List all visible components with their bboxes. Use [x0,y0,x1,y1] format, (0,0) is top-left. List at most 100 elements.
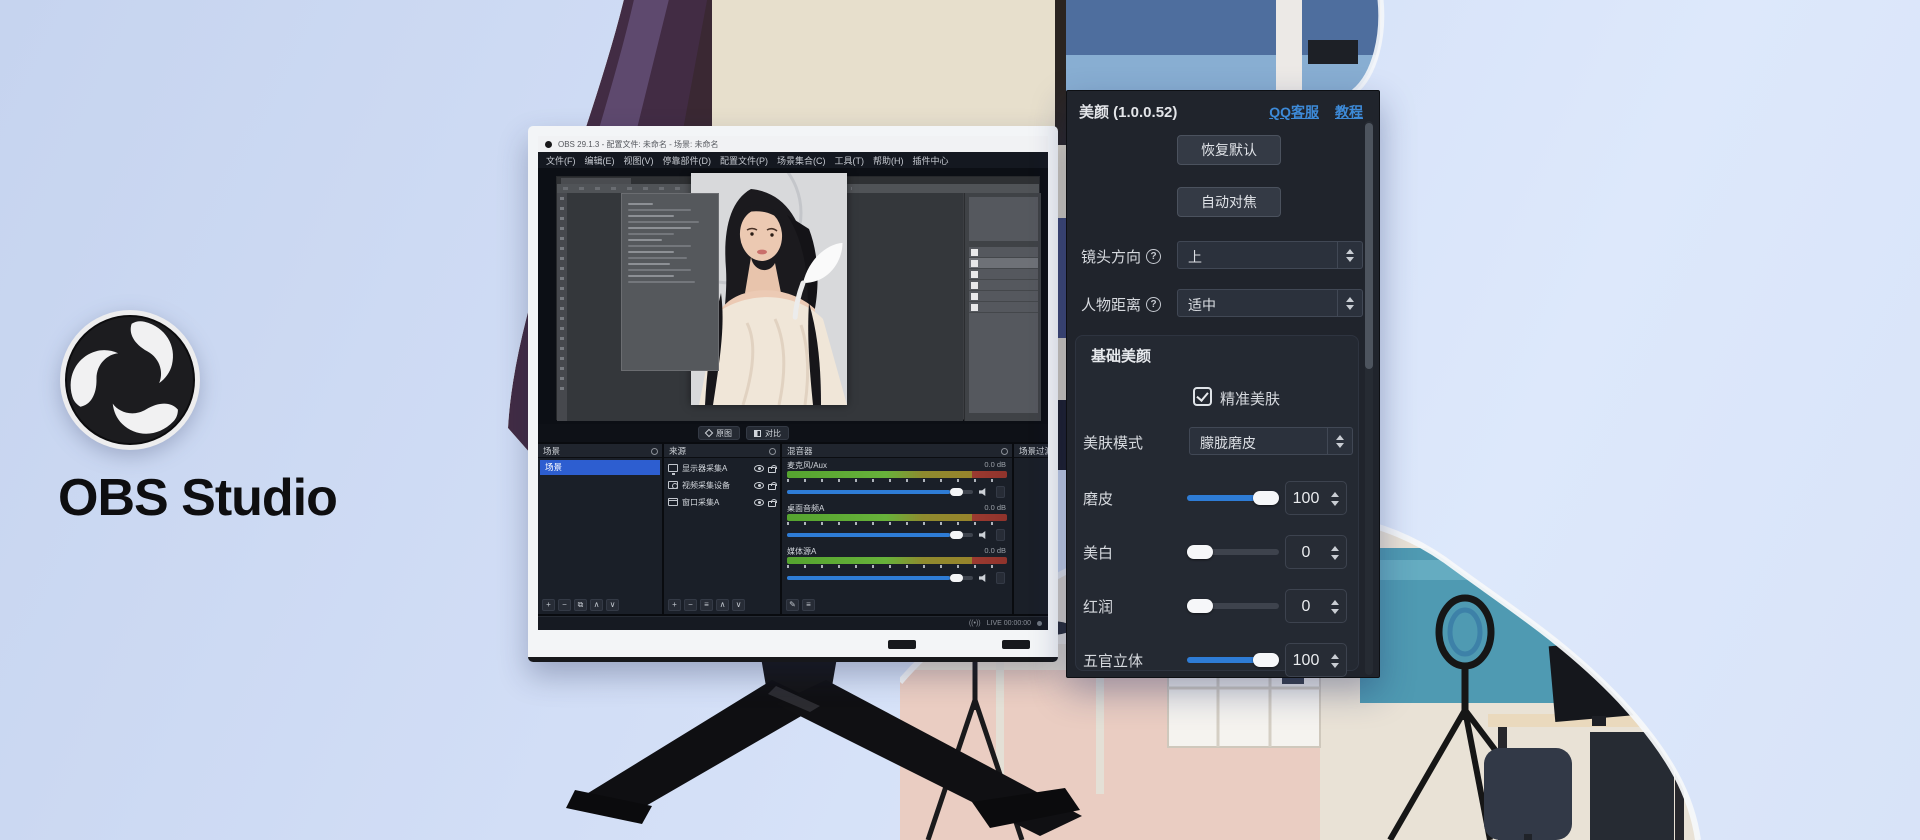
chevron-updown-icon[interactable] [1337,242,1362,268]
whitening-handle[interactable] [1187,545,1213,559]
volume-slider[interactable] [787,486,1007,496]
precise-skin-checkbox[interactable] [1193,387,1212,406]
spinner-down-icon[interactable] [1331,663,1339,668]
help-icon[interactable]: ? [1146,249,1161,264]
rosy-value-spinner[interactable]: 0 [1285,589,1347,623]
beauty-panel-title: 美颜 (1.0.0.52) [1079,101,1177,122]
panel-scrollbar[interactable] [1365,121,1373,675]
monitor-vent [1002,640,1030,649]
person-distance-select[interactable]: 适中 [1177,289,1363,317]
scenes-toolbar-button[interactable]: − [558,599,571,611]
brand-title: OBS Studio [58,468,388,528]
spinner-up-icon[interactable] [1331,546,1339,551]
speaker-icon[interactable] [979,531,988,539]
spinner-down-icon[interactable] [1331,555,1339,560]
slider-handle[interactable] [950,574,963,582]
editor-toolbox [557,193,567,421]
sources-toolbar-button[interactable]: ∨ [732,599,745,611]
gear-icon[interactable] [769,448,776,455]
gear-icon[interactable] [651,448,658,455]
channel-db: 0.0 dB [984,546,1006,555]
scenes-toolbar-button[interactable]: ∨ [606,599,619,611]
spinner-down-icon[interactable] [1331,609,1339,614]
gear-icon[interactable] [1001,448,1008,455]
sources-toolbar-button[interactable]: ∧ [716,599,729,611]
menu-item[interactable]: 工具(T) [835,154,865,167]
scrollbar-thumb[interactable] [1365,123,1373,369]
chevron-updown-icon[interactable] [1337,290,1362,316]
rosy-handle[interactable] [1187,599,1213,613]
obs-logo-icon [55,305,205,455]
compare-view-button[interactable]: 对比 [746,426,789,440]
precise-skin-label: 精准美肤 [1220,388,1280,409]
captured-photo-editor [556,176,1040,420]
source-row[interactable]: 视频采集设备 [668,477,776,493]
spinner-value: 100 [1286,490,1326,508]
chevron-updown-icon[interactable] [1327,428,1352,454]
menu-item[interactable]: 停靠部件(D) [663,154,712,167]
volume-meter [787,514,1007,521]
qq-support-link[interactable]: QQ客服 [1269,102,1319,122]
help-icon[interactable]: ? [1146,297,1161,312]
scenes-dock: 场景 场景 +−⧉∧∨ [538,444,662,614]
speaker-icon[interactable] [979,574,988,582]
menu-item[interactable]: 文件(F) [546,154,576,167]
menu-item[interactable]: 编辑(E) [585,154,615,167]
autofocus-button[interactable]: 自动对焦 [1177,187,1281,217]
slider-handle[interactable] [950,531,963,539]
spinner-up-icon[interactable] [1331,600,1339,605]
meter-ticks [787,479,1007,482]
obs-window-title: OBS 29.1.3 - 配置文件: 未命名 - 场景: 未命名 [558,139,718,150]
channel-menu-button[interactable] [996,529,1005,541]
volume-slider[interactable] [787,572,1007,582]
scene-list-item[interactable]: 场景 [540,460,660,475]
mixer-toolbar: ✎≡ [786,599,815,611]
meter-ticks [787,522,1007,525]
camera-direction-select[interactable]: 上 [1177,241,1363,269]
spinner-up-icon[interactable] [1331,492,1339,497]
smooth-skin-handle[interactable] [1253,491,1279,505]
lock-icon[interactable] [768,467,776,473]
visibility-eye-icon[interactable] [754,465,764,472]
slider-handle[interactable] [950,488,963,496]
channel-menu-button[interactable] [996,486,1005,498]
editor-side-panels [964,193,1041,421]
window-icon [668,498,678,506]
obs-titlebar: OBS 29.1.3 - 配置文件: 未命名 - 场景: 未命名 [538,136,1048,152]
source-label: 显示器采集A [682,463,750,474]
sources-toolbar-button[interactable]: ≡ [700,599,713,611]
person-distance-label: 人物距离 [1081,294,1141,315]
menu-item[interactable]: 视图(V) [624,154,654,167]
whitening-value-spinner[interactable]: 0 [1285,535,1347,569]
mixer-toolbar-button[interactable]: ✎ [786,599,799,611]
facial-depth-handle[interactable] [1253,653,1279,667]
original-view-button[interactable]: 原图 [698,426,740,440]
lock-icon[interactable] [768,484,776,490]
visibility-eye-icon[interactable] [754,499,764,506]
whitening-label: 美白 [1083,542,1113,563]
sources-toolbar-button[interactable]: + [668,599,681,611]
tutorial-link[interactable]: 教程 [1335,102,1363,122]
volume-slider[interactable] [787,529,1007,539]
scenes-toolbar-button[interactable]: + [542,599,555,611]
menu-item[interactable]: 插件中心 [913,154,949,167]
restore-defaults-button[interactable]: 恢复默认 [1177,135,1281,165]
menu-item[interactable]: 场景集合(C) [777,154,826,167]
spinner-up-icon[interactable] [1331,654,1339,659]
scenes-toolbar-button[interactable]: ⧉ [574,599,587,611]
sources-toolbar-button[interactable]: − [684,599,697,611]
source-row[interactable]: 显示器采集A [668,460,776,476]
facial-depth-value-spinner[interactable]: 100 [1285,643,1347,677]
mixer-toolbar-button[interactable]: ≡ [802,599,815,611]
menu-item[interactable]: 配置文件(P) [720,154,768,167]
source-row[interactable]: 窗口采集A [668,494,776,510]
spinner-down-icon[interactable] [1331,501,1339,506]
lock-icon[interactable] [768,501,776,507]
channel-menu-button[interactable] [996,572,1005,584]
smooth-skin-value-spinner[interactable]: 100 [1285,481,1347,515]
speaker-icon[interactable] [979,488,988,496]
skin-mode-select[interactable]: 朦胧磨皮 [1189,427,1353,455]
scenes-toolbar-button[interactable]: ∧ [590,599,603,611]
visibility-eye-icon[interactable] [754,482,764,489]
menu-item[interactable]: 帮助(H) [873,154,904,167]
